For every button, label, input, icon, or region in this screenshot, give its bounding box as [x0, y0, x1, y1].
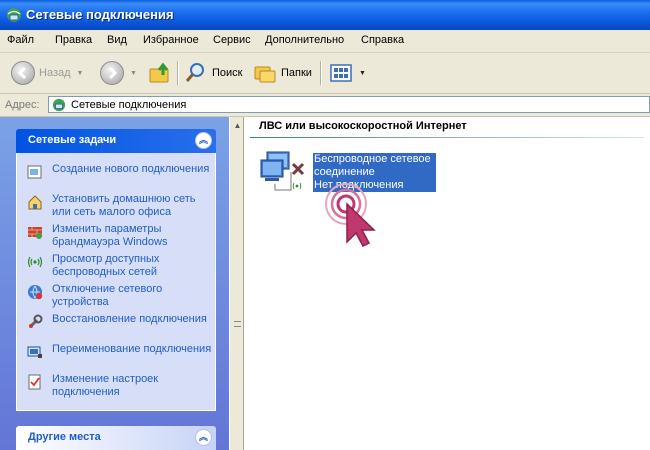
connection-name-line2: соединение	[314, 166, 375, 178]
task-create-connection[interactable]: Создание нового подключения	[27, 163, 213, 180]
other-places-header[interactable]: Другие места ︽	[16, 426, 216, 450]
collapse-chevron-icon[interactable]: ︽	[195, 429, 212, 446]
settings-icon	[28, 374, 41, 390]
folders-icon	[254, 66, 276, 83]
group-title: ЛВС или высокоскоростной Интернет	[259, 120, 467, 132]
network-connections-icon	[52, 98, 66, 112]
up-folder-icon	[149, 62, 169, 83]
task-repair-connection[interactable]: Восстановление подключения	[27, 313, 213, 330]
task-rename-connection[interactable]: Переименование подключения	[27, 343, 213, 360]
firewall-icon	[28, 227, 42, 239]
connection-status: Нет подключения	[314, 179, 404, 191]
task-disable-device[interactable]: Отключение сетевого устройства	[27, 283, 213, 309]
search-icon	[185, 63, 204, 82]
splitter-grip[interactable]	[234, 321, 241, 327]
views-button[interactable]: ▼	[329, 59, 366, 87]
forward-arrow-icon	[100, 61, 124, 85]
title-bar: Сетевые подключения	[0, 0, 650, 30]
scroll-up-arrow-icon[interactable]: ▲	[233, 121, 242, 130]
menu-file[interactable]: Файл	[7, 34, 34, 46]
address-value: Сетевые подключения	[71, 99, 187, 111]
menu-help[interactable]: Справка	[361, 34, 404, 46]
menu-bar: Файл Правка Вид Избранное Сервис Дополни…	[0, 30, 650, 53]
group-divider	[250, 137, 644, 138]
disable-device-icon	[28, 285, 43, 300]
wireless-networks-icon	[27, 256, 43, 268]
menu-view[interactable]: Вид	[107, 34, 127, 46]
back-dropdown-icon[interactable]: ▼	[77, 70, 84, 77]
menu-edit[interactable]: Правка	[55, 34, 92, 46]
other-places-title: Другие места	[28, 431, 101, 443]
forward-dropdown-icon[interactable]: ▼	[130, 70, 137, 77]
connection-label: Беспроводное сетевое соединение Нет подк…	[313, 153, 436, 192]
content-area: ЛВС или высокоскоростной Интернет Беспро…	[244, 117, 650, 450]
wireless-connection-icon	[260, 151, 305, 191]
search-button[interactable]: Поиск	[184, 59, 242, 87]
home-network-icon	[28, 195, 42, 210]
back-label: Назад	[39, 67, 71, 79]
address-label: Адрес:	[5, 99, 40, 111]
pane-splitter[interactable]: ▲	[229, 117, 244, 450]
views-icon	[330, 64, 352, 82]
network-tasks-list: Создание нового подключения Установить д…	[16, 153, 216, 411]
task-change-settings[interactable]: Изменение настроек подключения	[27, 373, 213, 399]
task-pane: Сетевые задачи ︽ Создание нового подключ…	[0, 117, 229, 450]
address-bar: Адрес: Сетевые подключения	[0, 94, 650, 117]
menu-advanced[interactable]: Дополнительно	[265, 34, 344, 46]
forward-button[interactable]: ▼	[100, 59, 137, 87]
repair-icon	[28, 314, 43, 329]
toolbar-separator	[320, 61, 321, 85]
rename-icon	[27, 346, 42, 358]
back-arrow-icon	[11, 61, 35, 85]
menu-tools[interactable]: Сервис	[213, 34, 251, 46]
network-tasks-title: Сетевые задачи	[28, 134, 117, 146]
task-firewall-settings[interactable]: Изменить параметры брандмауэра Windows	[27, 223, 213, 249]
network-connections-icon	[7, 8, 21, 22]
folders-button[interactable]: Папки	[253, 59, 312, 87]
network-tasks-header[interactable]: Сетевые задачи ︽	[16, 129, 216, 153]
toolbar-separator	[177, 61, 178, 85]
views-dropdown-icon[interactable]: ▼	[359, 70, 366, 77]
wireless-connection-item[interactable]: Беспроводное сетевое соединение Нет подк…	[259, 150, 459, 200]
connection-name-line1: Беспроводное сетевое	[314, 153, 431, 165]
new-connection-icon	[27, 165, 42, 179]
task-home-network[interactable]: Установить домашнюю сеть или сеть малого…	[27, 193, 213, 219]
window-title: Сетевые подключения	[26, 7, 174, 22]
task-view-wireless[interactable]: Просмотр доступных беспроводных сетей	[27, 253, 213, 279]
folders-label: Папки	[281, 67, 312, 79]
back-button[interactable]: Назад ▼	[11, 59, 83, 87]
collapse-chevron-icon[interactable]: ︽	[195, 132, 212, 149]
up-folder-button[interactable]	[148, 59, 172, 87]
search-label: Поиск	[212, 67, 243, 79]
address-field[interactable]: Сетевые подключения	[48, 96, 650, 113]
toolbar: Назад ▼ ▼ Поиск Папки ▼	[0, 53, 650, 94]
menu-favorites[interactable]: Избранное	[143, 34, 199, 46]
